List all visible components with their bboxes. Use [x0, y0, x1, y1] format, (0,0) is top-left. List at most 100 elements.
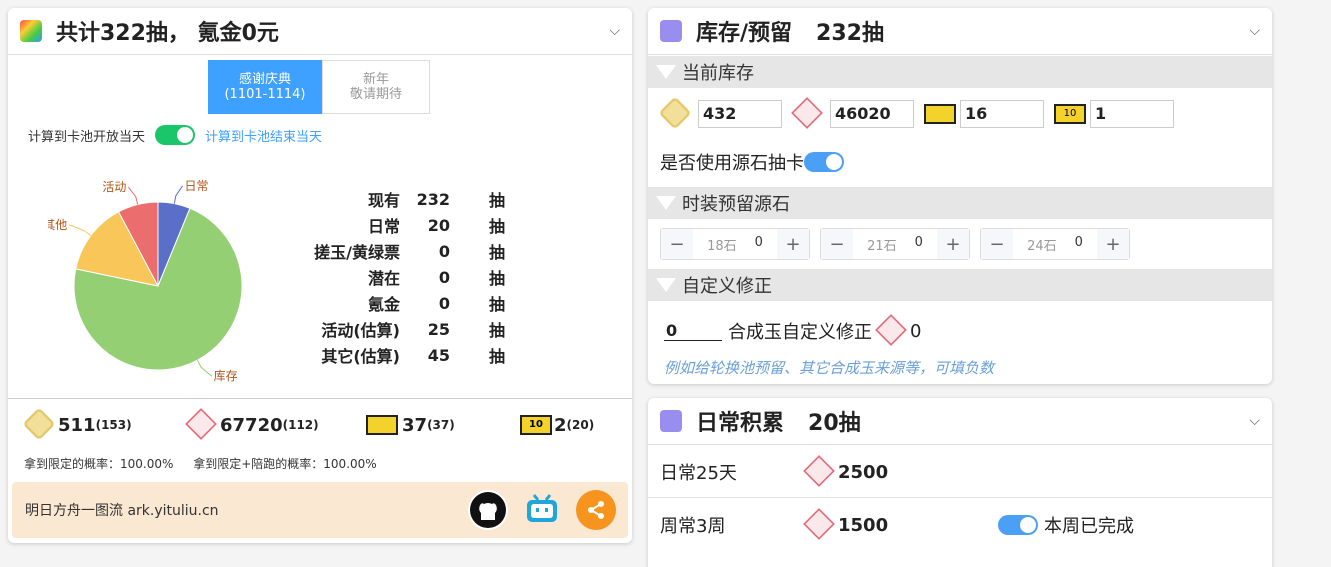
footer-banner: 明日方舟一图流 ark.yituliu.cn — [12, 482, 628, 538]
tab-label: 新年 — [362, 72, 389, 87]
calc-range-switch[interactable] — [155, 125, 196, 145]
custom-adjust-hint: 例如给轮换池预留、其它合成玉来源等，可填负数 — [664, 359, 995, 377]
stat-value: 0 — [438, 241, 450, 261]
triangle-down-icon — [656, 196, 676, 210]
section-outfit-reserve[interactable]: 时装预留源石 — [648, 187, 1272, 219]
outfit-18-stepper: − 18石 0 + — [660, 228, 810, 260]
summary-header[interactable]: 共计322抽， 氪金0元 ⌵ — [8, 8, 632, 55]
orundum-input[interactable]: 46020 — [830, 100, 914, 128]
custom-adjust-label: 合成玉自定义修正 — [728, 322, 872, 343]
resource-orundum: 67720 (112) — [185, 408, 366, 441]
daily-row: 日常25天 2500 — [660, 455, 998, 488]
orundum-icon — [875, 314, 907, 346]
chevron-down-icon[interactable]: ⌵ — [1249, 413, 1260, 429]
inventory-card: 库存/预留 232抽 ⌵ 当前库存 432 46020 16 10 1 是否使用… — [648, 8, 1272, 384]
stat-label: 潜在 — [367, 269, 400, 288]
toggle-right-label: 计算到卡池结束当天 — [205, 129, 323, 145]
stepper-value[interactable]: 0 — [755, 235, 763, 254]
tab-thanks-festival[interactable]: 感谢庆典 (1101-1114) — [208, 60, 322, 114]
resource-ticket-10: 10 2 (20) — [520, 415, 594, 436]
calc-range-toggle-row: 计算到卡池开放当天 计算到卡池结束当天 — [28, 125, 322, 145]
plus-button[interactable]: + — [777, 229, 809, 259]
stat-label: 氪金 — [367, 295, 400, 314]
daily-card: 日常积累 20抽 ⌵ 日常25天 2500 周常3周 1500 本周已完成 — [648, 398, 1272, 567]
ticket-10-input[interactable]: 1 — [1090, 100, 1174, 128]
headhunt-ticket-icon — [366, 415, 398, 435]
plus-button[interactable]: + — [937, 229, 969, 259]
use-originite-row: 是否使用源石抽卡 — [660, 149, 844, 175]
purple-square-icon — [660, 410, 682, 432]
inventory-header[interactable]: 库存/预留 232抽 ⌵ — [648, 8, 1272, 55]
weekly-done-switch[interactable] — [998, 515, 1038, 535]
weekly-amount: 1500 — [838, 514, 889, 536]
outfit-24-stepper: − 24石 0 + — [980, 228, 1130, 260]
stat-label: 搓玉/黄绿票 — [314, 243, 400, 262]
stat-label: 其它(估算) — [321, 347, 400, 366]
section-title: 时装预留源石 — [682, 194, 790, 215]
plus-button[interactable]: + — [1097, 229, 1129, 259]
limited-probability: 拿到限定的概率：100.00% — [24, 457, 174, 471]
section-title: 当前库存 — [682, 63, 754, 84]
chevron-down-icon[interactable]: ⌵ — [1249, 23, 1260, 39]
summary-card: 共计322抽， 氪金0元 ⌵ 感谢庆典 (1101-1114) 新年 敬请期待 … — [8, 8, 632, 543]
custom-adjust-input[interactable]: 0 — [664, 321, 722, 341]
minus-button[interactable]: − — [981, 229, 1013, 259]
originite-input[interactable]: 432 — [698, 100, 782, 128]
github-icon[interactable] — [468, 490, 508, 530]
daily-header[interactable]: 日常积累 20抽 ⌵ — [648, 398, 1272, 445]
orundum-icon — [803, 455, 835, 487]
headhunt-ticket-10-icon: 10 — [1054, 104, 1086, 124]
stats-row: 其它(估算) 45 抽 — [300, 342, 505, 368]
resource-ticket: 37 (37) — [366, 415, 520, 436]
resource-sub: (153) — [95, 418, 132, 432]
triangle-down-icon — [656, 65, 676, 79]
inventory-inputs: 432 46020 16 10 1 — [658, 96, 1184, 130]
section-current-inventory[interactable]: 当前库存 — [648, 56, 1272, 88]
stepper-value[interactable]: 0 — [915, 235, 923, 254]
inventory-count: 232抽 — [816, 21, 884, 46]
daily-title: 日常积累 — [696, 411, 785, 436]
outfit-steppers: − 18石 0 + − 21石 0 + − 24石 0 + — [660, 228, 1130, 260]
tab-new-year[interactable]: 新年 敬请期待 — [322, 60, 430, 114]
rainbow-square-icon — [20, 20, 42, 42]
pie-label-line — [128, 186, 139, 205]
tab-label: 感谢庆典 — [238, 72, 291, 87]
use-originite-switch[interactable] — [804, 152, 844, 172]
stats-table: 现有 232 抽 日常 20 抽 搓玉/黄绿票 0 抽 潜在 0 抽 氪金 0 抽 活动(估算) 25… — [300, 186, 505, 368]
ticket-input[interactable]: 16 — [960, 100, 1044, 128]
stat-unit: 抽 — [488, 191, 505, 210]
minus-button[interactable]: − — [661, 229, 693, 259]
stat-unit: 抽 — [488, 347, 505, 366]
stats-row: 潜在 0 抽 — [300, 264, 505, 290]
headhunt-ticket-icon — [924, 104, 956, 124]
orundum-icon — [185, 408, 217, 440]
originite-icon — [22, 407, 56, 441]
stepper-value[interactable]: 0 — [1075, 235, 1083, 254]
tab-date: 敬请期待 — [349, 87, 402, 102]
resource-sub: (20) — [566, 418, 595, 432]
stat-label: 活动(估算) — [321, 321, 400, 340]
resource-value: 67720 — [220, 414, 283, 436]
resource-sub: (112) — [282, 418, 319, 432]
resource-sub: (37) — [427, 418, 455, 432]
stats-row: 氪金 0 抽 — [300, 290, 505, 316]
bilibili-icon[interactable] — [522, 490, 562, 530]
weekly-row: 周常3周 1500 本周已完成 — [660, 508, 1134, 541]
stepper-label: 18石 — [707, 238, 737, 254]
section-custom-adjust[interactable]: 自定义修正 — [648, 269, 1272, 301]
section-title: 自定义修正 — [682, 276, 772, 297]
share-icon[interactable] — [576, 490, 616, 530]
triangle-down-icon — [656, 278, 676, 292]
stat-label: 现有 — [367, 191, 400, 210]
pie-label: 库存 — [214, 368, 238, 383]
pie-label: 日常 — [185, 179, 209, 193]
stat-value: 20 — [427, 215, 450, 235]
minus-button[interactable]: − — [821, 229, 853, 259]
purple-square-icon — [660, 20, 682, 42]
orundum-icon — [803, 508, 835, 540]
daily-amount: 2500 — [838, 461, 889, 483]
weekly-done-label: 本周已完成 — [1044, 516, 1134, 537]
chevron-down-icon[interactable]: ⌵ — [609, 23, 620, 39]
pie-label-line — [173, 185, 183, 204]
stats-row: 日常 20 抽 — [300, 212, 505, 238]
